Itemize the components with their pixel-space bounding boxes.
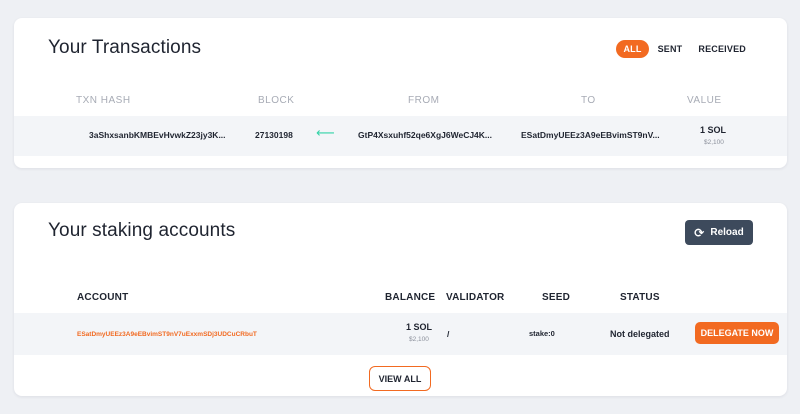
account-address-link[interactable]: ESatDmyUEEz3A9eEBvimST9nV7uExxmSDj3UDCuC… bbox=[77, 331, 257, 338]
status-value: Not delegated bbox=[610, 329, 670, 339]
block-number[interactable]: 27130198 bbox=[255, 130, 293, 140]
delegate-now-button[interactable]: DELEGATE NOW bbox=[695, 322, 779, 344]
balance-usd: $2,100 bbox=[409, 336, 429, 343]
filter-sent-tab[interactable]: SENT bbox=[651, 40, 690, 58]
refresh-icon: ⟳ bbox=[694, 225, 705, 240]
table-row[interactable]: ESatDmyUEEz3A9eEBvimST9nV7uExxmSDj3UDCuC… bbox=[14, 313, 787, 355]
staking-table-header: ACCOUNT BALANCE VALIDATOR SEED STATUS bbox=[14, 292, 787, 306]
col-from: FROM bbox=[408, 95, 440, 106]
filter-all-tab[interactable]: ALL bbox=[616, 40, 649, 58]
col-validator: VALIDATOR bbox=[446, 292, 505, 303]
col-status: STATUS bbox=[620, 292, 660, 303]
arrow-left-icon: ⟵ bbox=[316, 125, 335, 140]
col-seed: SEED bbox=[542, 292, 571, 303]
view-all-button[interactable]: VIEW ALL bbox=[369, 366, 431, 391]
reload-label: Reload bbox=[710, 227, 744, 238]
col-balance: BALANCE bbox=[385, 292, 436, 303]
transactions-table-header: TXN HASH BLOCK FROM TO VALUE bbox=[14, 95, 787, 111]
from-address[interactable]: GtP4Xsxuhf52qe6XgJ6WeCJ4K... bbox=[358, 130, 492, 140]
tx-value-usd: $2,100 bbox=[704, 139, 724, 146]
transactions-title: Your Transactions bbox=[48, 37, 202, 58]
balance-value: 1 SOL bbox=[406, 322, 433, 332]
table-row[interactable]: 3aShxsanbKMBEvHvwkZ23jy3K... 27130198 ⟵ … bbox=[14, 116, 787, 156]
validator-value: / bbox=[447, 329, 450, 339]
filter-received-tab[interactable]: RECEIVED bbox=[691, 40, 753, 58]
col-block: BLOCK bbox=[258, 95, 295, 106]
staking-title: Your staking accounts bbox=[48, 220, 236, 241]
staking-card: Your staking accounts ⟳ Reload ACCOUNT B… bbox=[14, 203, 787, 396]
txn-hash-link[interactable]: 3aShxsanbKMBEvHvwkZ23jy3K... bbox=[89, 130, 226, 140]
col-account: ACCOUNT bbox=[77, 292, 129, 303]
seed-value: stake:0 bbox=[529, 329, 555, 338]
transaction-filters: ALL SENT RECEIVED bbox=[614, 40, 753, 58]
col-value: VALUE bbox=[687, 95, 722, 106]
col-txn-hash: TXN HASH bbox=[76, 95, 131, 106]
tx-value: 1 SOL bbox=[700, 125, 727, 135]
transactions-card: Your Transactions ALL SENT RECEIVED TXN … bbox=[14, 18, 787, 168]
col-to: TO bbox=[581, 95, 596, 106]
reload-button[interactable]: ⟳ Reload bbox=[685, 220, 753, 245]
to-address[interactable]: ESatDmyUEEz3A9eEBvimST9nV... bbox=[521, 130, 660, 140]
